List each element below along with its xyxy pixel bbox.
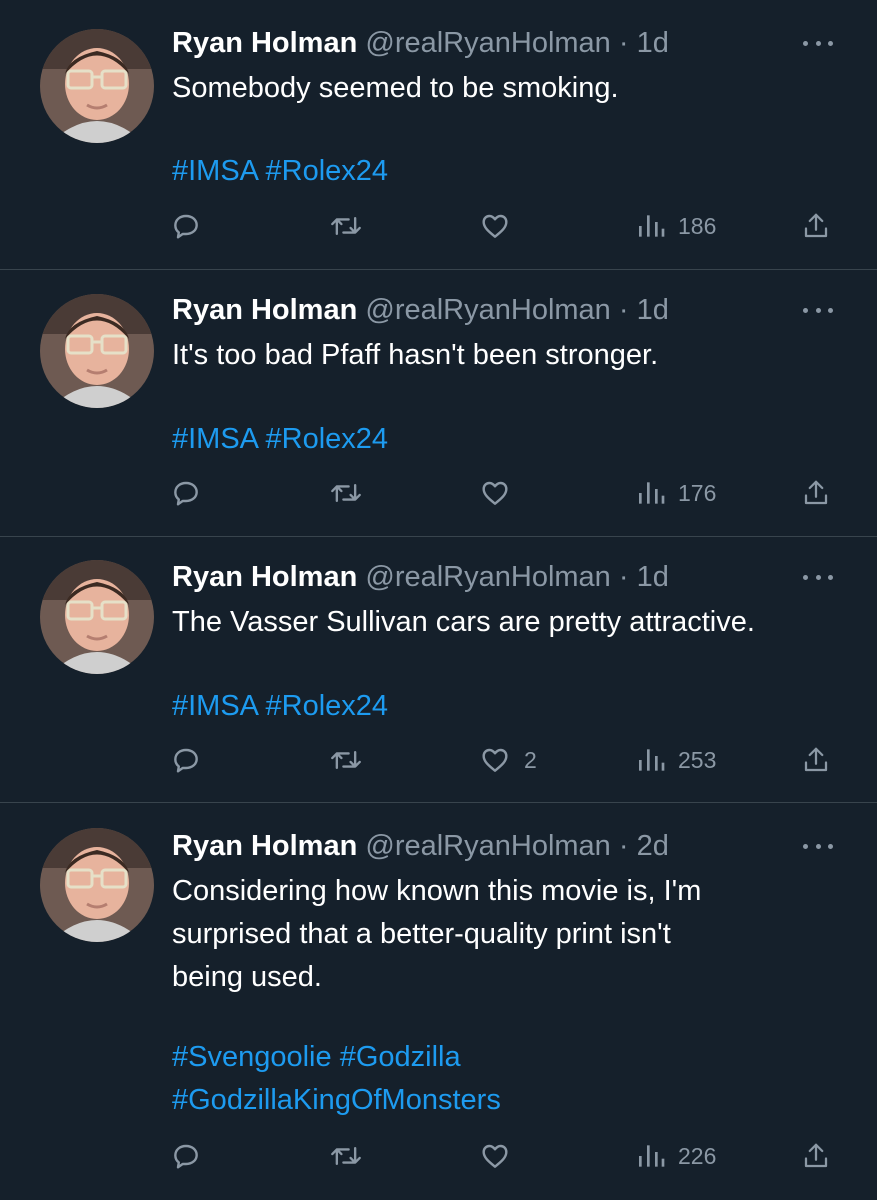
views-icon bbox=[639, 1145, 665, 1167]
more-icon[interactable] bbox=[803, 571, 833, 583]
view-count: 253 bbox=[678, 746, 717, 773]
avatar[interactable] bbox=[40, 29, 154, 143]
hashtag[interactable]: #Svengoolie bbox=[172, 1041, 332, 1073]
reply-button[interactable] bbox=[170, 473, 202, 513]
views-icon bbox=[639, 215, 665, 237]
view-count: 186 bbox=[678, 212, 717, 239]
retweet-icon bbox=[331, 1146, 361, 1166]
like-button[interactable] bbox=[478, 1136, 524, 1176]
display-name[interactable]: Ryan Holman bbox=[172, 830, 357, 862]
display-name[interactable]: Ryan Holman bbox=[172, 27, 357, 59]
views-button[interactable]: 226 bbox=[636, 1136, 716, 1176]
separator: · bbox=[610, 294, 637, 326]
share-button[interactable] bbox=[801, 473, 831, 513]
retweet-button[interactable] bbox=[329, 473, 363, 513]
more-icon[interactable] bbox=[803, 304, 833, 316]
retweet-button[interactable] bbox=[329, 740, 363, 780]
retweet-button[interactable] bbox=[329, 1136, 363, 1176]
heart-icon bbox=[482, 1144, 508, 1168]
heart-icon bbox=[482, 481, 508, 505]
display-name[interactable]: Ryan Holman bbox=[172, 294, 357, 326]
reply-button[interactable] bbox=[170, 740, 202, 780]
share-icon bbox=[804, 1143, 828, 1168]
tweet-header: Ryan Holman @realRyanHolman · 2d bbox=[172, 828, 669, 864]
retweet-icon bbox=[331, 216, 361, 236]
hashtags: #IMSA #Rolex24 bbox=[172, 150, 388, 193]
hashtag[interactable]: #Godzilla bbox=[340, 1041, 461, 1073]
tweet[interactable]: Ryan Holman @realRyanHolman · 1d Somebod… bbox=[0, 0, 877, 270]
tweet-text: Considering how known this movie is, I'm… bbox=[172, 875, 702, 993]
like-button[interactable]: 2 bbox=[478, 740, 537, 780]
view-count: 226 bbox=[678, 1142, 717, 1169]
tweet[interactable]: Ryan Holman @realRyanHolman · 1d The Vas… bbox=[0, 537, 877, 803]
hashtag[interactable]: #IMSA bbox=[172, 423, 257, 455]
tweet-text: It's too bad Pfaff hasn't been stronger. bbox=[172, 339, 659, 371]
timestamp[interactable]: 1d bbox=[637, 294, 669, 326]
avatar[interactable] bbox=[40, 828, 154, 942]
share-button[interactable] bbox=[801, 206, 831, 246]
hashtag[interactable]: #GodzillaKingOfMonsters bbox=[172, 1084, 501, 1116]
tweet[interactable]: Ryan Holman @realRyanHolman · 1d It's to… bbox=[0, 270, 877, 537]
share-icon bbox=[804, 480, 828, 505]
handle[interactable]: @realRyanHolman bbox=[365, 561, 610, 593]
reply-icon bbox=[174, 214, 198, 239]
handle[interactable]: @realRyanHolman bbox=[365, 830, 610, 862]
views-icon bbox=[639, 749, 665, 771]
separator: · bbox=[610, 27, 637, 59]
views-button[interactable]: 186 bbox=[636, 206, 716, 246]
avatar[interactable] bbox=[40, 560, 154, 674]
share-button[interactable] bbox=[801, 1136, 831, 1176]
timestamp[interactable]: 1d bbox=[637, 561, 669, 593]
retweet-button[interactable] bbox=[329, 206, 363, 246]
hashtags: #IMSA #Rolex24 bbox=[172, 418, 388, 461]
action-bar: 226 bbox=[0, 1136, 877, 1176]
separator: · bbox=[610, 830, 637, 862]
handle[interactable]: @realRyanHolman bbox=[365, 294, 610, 326]
like-button[interactable] bbox=[478, 206, 524, 246]
timestamp[interactable]: 2d bbox=[637, 830, 669, 862]
views-icon bbox=[639, 482, 665, 504]
tweet-text: The Vasser Sullivan cars are pretty attr… bbox=[172, 606, 755, 638]
heart-icon bbox=[482, 748, 508, 772]
share-icon bbox=[804, 213, 828, 238]
tweet-text: Somebody seemed to be smoking. bbox=[172, 72, 619, 104]
hashtags: #IMSA #Rolex24 bbox=[172, 685, 388, 728]
display-name[interactable]: Ryan Holman bbox=[172, 561, 357, 593]
like-button[interactable] bbox=[478, 473, 524, 513]
views-button[interactable]: 253 bbox=[636, 740, 716, 780]
tweet-header: Ryan Holman @realRyanHolman · 1d bbox=[172, 25, 669, 61]
more-icon[interactable] bbox=[803, 37, 833, 49]
like-count: 2 bbox=[524, 746, 537, 773]
separator: · bbox=[610, 561, 637, 593]
action-bar: 176 bbox=[0, 473, 877, 513]
tweet-feed: Ryan Holman @realRyanHolman · 1d Somebod… bbox=[0, 0, 877, 1200]
action-bar: 2 253 bbox=[0, 740, 877, 780]
hashtag[interactable]: #Rolex24 bbox=[266, 690, 389, 722]
retweet-icon bbox=[331, 750, 361, 770]
hashtags: #Svengoolie #Godzilla #GodzillaKingOfMon… bbox=[172, 1036, 852, 1122]
reply-button[interactable] bbox=[170, 1136, 202, 1176]
handle[interactable]: @realRyanHolman bbox=[365, 27, 610, 59]
retweet-icon bbox=[331, 483, 361, 503]
action-bar: 186 bbox=[0, 206, 877, 246]
reply-icon bbox=[174, 1144, 198, 1169]
view-count: 176 bbox=[678, 479, 717, 506]
hashtag[interactable]: #IMSA bbox=[172, 155, 257, 187]
tweet-header: Ryan Holman @realRyanHolman · 1d bbox=[172, 292, 669, 328]
heart-icon bbox=[482, 214, 508, 238]
more-icon[interactable] bbox=[803, 840, 833, 852]
views-button[interactable]: 176 bbox=[636, 473, 716, 513]
reply-button[interactable] bbox=[170, 206, 202, 246]
tweet[interactable]: Ryan Holman @realRyanHolman · 2d Conside… bbox=[0, 803, 877, 1200]
hashtag[interactable]: #IMSA bbox=[172, 690, 257, 722]
hashtag[interactable]: #Rolex24 bbox=[266, 155, 389, 187]
share-button[interactable] bbox=[801, 740, 831, 780]
reply-icon bbox=[174, 481, 198, 506]
hashtag[interactable]: #Rolex24 bbox=[266, 423, 389, 455]
avatar[interactable] bbox=[40, 294, 154, 408]
timestamp[interactable]: 1d bbox=[637, 27, 669, 59]
share-icon bbox=[804, 747, 828, 772]
reply-icon bbox=[174, 748, 198, 773]
tweet-header: Ryan Holman @realRyanHolman · 1d bbox=[172, 559, 669, 595]
